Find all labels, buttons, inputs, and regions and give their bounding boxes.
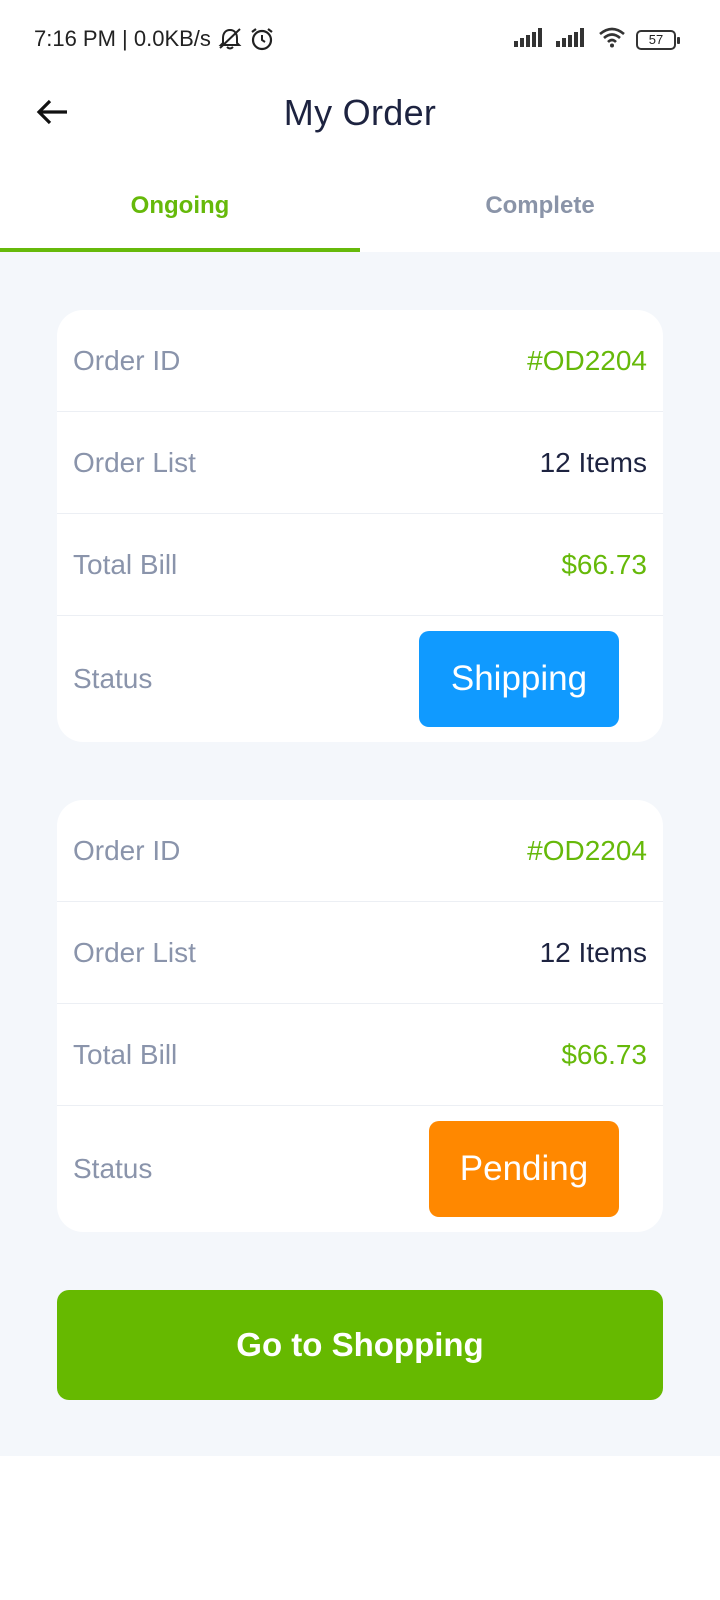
order-card[interactable]: Order ID #OD2204 Order List 12 Items Tot…	[57, 310, 663, 742]
order-list-row: Order List 12 Items	[57, 412, 663, 514]
tab-complete[interactable]: Complete	[360, 180, 720, 252]
wifi-icon	[598, 26, 626, 53]
total-bill-value: $66.73	[561, 548, 647, 580]
app-header: My Order	[0, 80, 720, 150]
order-list-value: 12 Items	[539, 446, 647, 478]
battery-icon: 57	[636, 29, 680, 50]
status-time: 7:16 PM | 0.0KB/s	[34, 26, 211, 51]
tab-ongoing[interactable]: Ongoing	[0, 180, 360, 252]
page-title: My Order	[283, 92, 437, 133]
signal-icon	[514, 27, 546, 52]
status-row: Status Pending	[57, 1106, 663, 1232]
total-bill-value: $66.73	[561, 1038, 647, 1070]
order-id-label: Order ID	[73, 344, 181, 376]
orders-list: Order ID #OD2204 Order List 12 Items Tot…	[0, 252, 720, 1456]
order-list-label: Order List	[73, 446, 196, 478]
mute-icon	[217, 27, 243, 51]
order-id-value: #OD2204	[527, 344, 647, 376]
status-badge[interactable]: Shipping	[419, 631, 619, 727]
order-card[interactable]: Order ID #OD2204 Order List 12 Items Tot…	[57, 800, 663, 1232]
status-badge[interactable]: Pending	[429, 1121, 619, 1217]
total-bill-label: Total Bill	[73, 1038, 178, 1070]
status-row: Status Shipping	[57, 616, 663, 742]
order-tabs: Ongoing Complete	[0, 180, 720, 252]
order-list-value: 12 Items	[539, 936, 647, 968]
status-bar-right: 57	[514, 26, 680, 53]
go-to-shopping-button[interactable]: Go to Shopping	[57, 1290, 663, 1400]
status-label: Status	[73, 1153, 153, 1184]
order-id-row: Order ID #OD2204	[57, 310, 663, 412]
total-bill-row: Total Bill $66.73	[57, 1004, 663, 1106]
status-bar: 7:16 PM | 0.0KB/s 57	[0, 0, 720, 80]
status-label: Status	[73, 663, 153, 694]
alarm-icon	[249, 26, 275, 52]
total-bill-label: Total Bill	[73, 548, 178, 580]
order-id-value: #OD2204	[527, 834, 647, 866]
order-id-label: Order ID	[73, 834, 181, 866]
order-list-row: Order List 12 Items	[57, 902, 663, 1004]
battery-level: 57	[648, 32, 664, 47]
total-bill-row: Total Bill $66.73	[57, 514, 663, 616]
order-id-row: Order ID #OD2204	[57, 800, 663, 902]
order-list-label: Order List	[73, 936, 196, 968]
status-bar-left: 7:16 PM | 0.0KB/s	[34, 26, 275, 52]
signal-icon	[556, 27, 588, 52]
